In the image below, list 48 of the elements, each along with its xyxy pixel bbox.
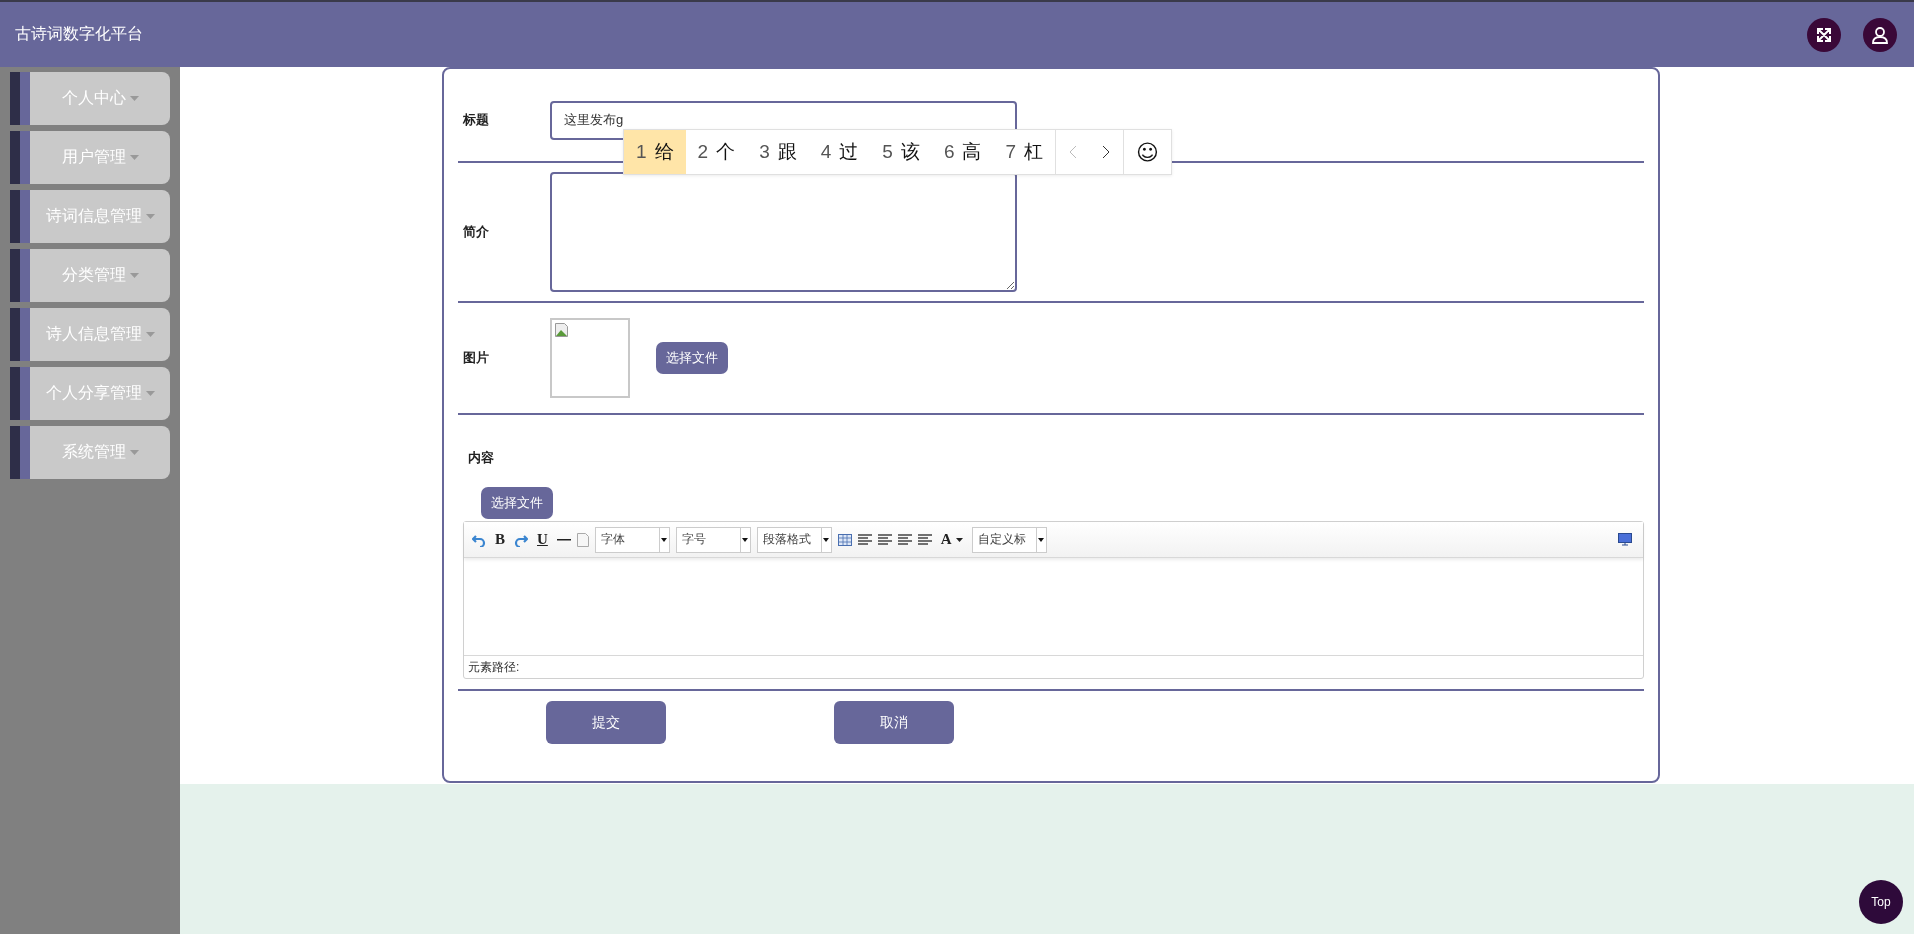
app-title: 古诗词数字化平台 xyxy=(15,24,143,44)
fullscreen-icon[interactable] xyxy=(1807,17,1841,52)
field-label: 内容 xyxy=(467,449,495,467)
caret-icon xyxy=(823,537,830,542)
field-label: 标题 xyxy=(462,111,490,129)
ime-candidate[interactable]: 1 给 xyxy=(624,130,686,174)
align-icon[interactable] xyxy=(857,533,872,546)
table-icon[interactable] xyxy=(837,533,852,546)
emoji-button[interactable]: ☺ xyxy=(1123,130,1172,174)
caret-icon xyxy=(145,391,155,396)
align-icon[interactable] xyxy=(897,533,912,546)
redo-icon[interactable] xyxy=(514,532,528,547)
field-label: 简介 xyxy=(462,223,490,241)
summary-textarea[interactable] xyxy=(550,172,1017,292)
cancel-button[interactable]: 取消 xyxy=(834,701,954,744)
ime-candidate[interactable]: 2 个 xyxy=(685,130,748,174)
ime-candidate[interactable]: 6 高 xyxy=(931,130,994,174)
caret-icon xyxy=(129,155,139,160)
caret-icon xyxy=(955,537,963,542)
align-icon[interactable] xyxy=(917,533,932,546)
toolbar-select[interactable]: 字号 xyxy=(675,526,751,553)
ime-candidate[interactable]: 7 杠 xyxy=(993,130,1056,174)
caret-icon xyxy=(742,537,749,542)
font-color-button[interactable]: A xyxy=(937,529,966,550)
caret-icon xyxy=(661,537,668,542)
toolbar-select[interactable]: 字体 xyxy=(594,526,670,553)
bold-button[interactable]: B xyxy=(492,529,508,550)
choose-file-button[interactable]: 选择文件 xyxy=(481,487,553,519)
caret-icon xyxy=(129,450,139,455)
caret-icon xyxy=(1038,537,1045,542)
submit-button[interactable]: 提交 xyxy=(546,701,666,744)
underline-button[interactable]: U xyxy=(534,529,551,550)
element-path-label: 元素路径: xyxy=(467,659,521,676)
caret-icon xyxy=(145,214,155,219)
field-label: 图片 xyxy=(462,349,490,367)
toolbar-select[interactable]: 自定义标 xyxy=(971,526,1047,553)
ime-candidate[interactable]: 5 该 xyxy=(870,130,932,174)
ime-candidate[interactable]: 4 过 xyxy=(808,130,871,174)
caret-icon xyxy=(129,96,139,101)
align-icon[interactable] xyxy=(877,533,892,546)
caret-icon xyxy=(129,273,139,278)
toolbar-select[interactable]: 段落格式 xyxy=(756,526,832,553)
ime-candidate[interactable]: 3 跟 xyxy=(747,130,809,174)
user-icon[interactable] xyxy=(1863,17,1897,52)
choose-file-button[interactable]: 选择文件 xyxy=(656,342,728,374)
caret-icon xyxy=(145,332,155,337)
back-to-top-button[interactable]: Top xyxy=(1859,880,1903,924)
undo-icon[interactable] xyxy=(472,532,486,547)
